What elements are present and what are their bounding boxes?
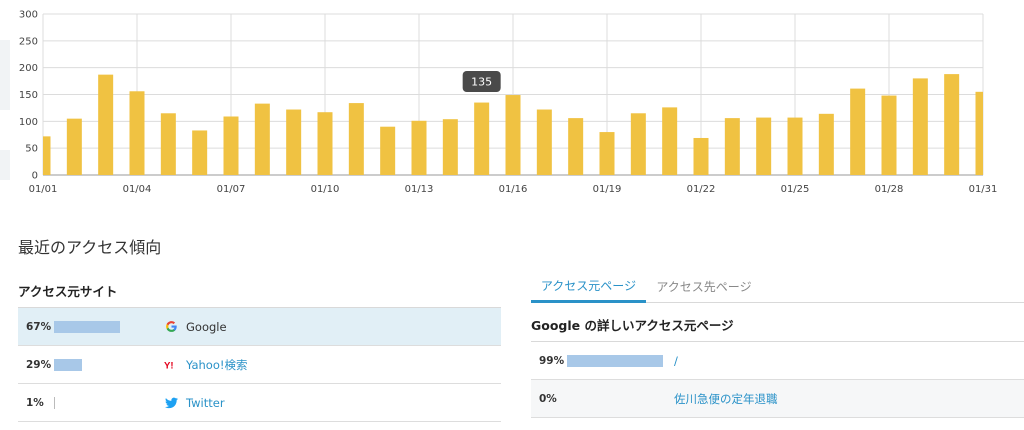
bar-01/23[interactable] bbox=[724, 118, 740, 175]
site-name-label: Twitter bbox=[186, 395, 225, 410]
page-row[interactable]: 0% 佐川急便の定年退職 bbox=[531, 380, 1024, 418]
x-tick-label: 01/19 bbox=[593, 184, 622, 195]
page-share-bar bbox=[567, 354, 663, 367]
x-tick-label: 01/01 bbox=[29, 184, 58, 195]
y-tick-label: 300 bbox=[19, 10, 38, 21]
bar-01/14[interactable] bbox=[442, 119, 458, 175]
page-link[interactable]: 佐川急便の定年退職 bbox=[674, 391, 778, 407]
site-share-bar bbox=[54, 396, 55, 409]
yahoo-icon: Y! bbox=[164, 358, 178, 372]
bar-01/12[interactable] bbox=[380, 126, 396, 175]
site-share-percent: 1% bbox=[26, 396, 44, 409]
y-tick-label: 0 bbox=[32, 171, 38, 182]
site-name[interactable]: Y! Yahoo!検索 bbox=[164, 357, 247, 373]
twitter-icon bbox=[164, 396, 178, 410]
x-tick-label: 01/25 bbox=[781, 184, 810, 195]
x-tick-label: 01/31 bbox=[969, 184, 998, 195]
y-tick-label: 50 bbox=[25, 144, 38, 155]
y-tick-label: 100 bbox=[19, 117, 38, 128]
y-tick-label: 200 bbox=[19, 63, 38, 74]
site-name[interactable]: Twitter bbox=[164, 396, 225, 410]
referrer-page-detail-title: Google の詳しいアクセス元ページ bbox=[531, 318, 734, 333]
bar-01/21[interactable] bbox=[662, 107, 678, 175]
referrer-page-list: 99% / 0% 佐川急便の定年退職 bbox=[531, 341, 1024, 418]
page-share-percent: 99% bbox=[539, 354, 565, 367]
bar-01/07[interactable] bbox=[223, 116, 239, 175]
site-name-label: Google bbox=[186, 319, 227, 334]
bar-01/06[interactable] bbox=[192, 130, 208, 175]
site-share-percent: 67% bbox=[26, 320, 52, 333]
bar-01/01[interactable] bbox=[43, 136, 51, 175]
page-row[interactable]: 99% / bbox=[531, 342, 1024, 380]
google-icon bbox=[164, 320, 178, 334]
bar-01/29[interactable] bbox=[912, 78, 928, 175]
svg-text:Y!: Y! bbox=[164, 360, 174, 371]
page-link[interactable]: / bbox=[674, 354, 678, 368]
tab-referrer-pages[interactable]: アクセス元ページ bbox=[531, 270, 646, 303]
bar-01/08[interactable] bbox=[254, 103, 270, 175]
bar-01/16[interactable] bbox=[505, 95, 521, 175]
bar-01/22[interactable] bbox=[693, 137, 709, 175]
site-name[interactable]: Google bbox=[164, 320, 227, 334]
recent-trend-title: 最近のアクセス傾向 bbox=[18, 238, 162, 257]
bar-01/05[interactable] bbox=[160, 113, 176, 175]
bar-01/19[interactable] bbox=[599, 132, 615, 175]
site-name-label: Yahoo!検索 bbox=[186, 357, 248, 372]
tooltip-value: 135 bbox=[471, 76, 492, 89]
bar-01/17[interactable] bbox=[536, 109, 552, 175]
x-tick-label: 01/22 bbox=[687, 184, 716, 195]
x-tick-label: 01/04 bbox=[123, 184, 152, 195]
bar-01/24[interactable] bbox=[756, 117, 772, 175]
bar-01/04[interactable] bbox=[129, 91, 145, 175]
x-tick-label: 01/13 bbox=[405, 184, 434, 195]
bar-01/30[interactable] bbox=[944, 74, 960, 175]
site-share-percent: 29% bbox=[26, 358, 52, 371]
bar-01/31[interactable] bbox=[975, 91, 984, 175]
bar-01/25[interactable] bbox=[787, 117, 803, 175]
bar-01/09[interactable] bbox=[286, 109, 302, 175]
site-row-yahoo[interactable]: 29% Y! Yahoo!検索 bbox=[18, 346, 501, 384]
y-tick-label: 150 bbox=[19, 90, 38, 101]
site-row-twitter[interactable]: 1% Twitter bbox=[18, 384, 501, 422]
bar-01/11[interactable] bbox=[348, 103, 364, 175]
x-tick-label: 01/28 bbox=[875, 184, 904, 195]
bar-01/15[interactable] bbox=[474, 102, 490, 175]
page-tabs: アクセス元ページ アクセス先ページ bbox=[531, 270, 1024, 303]
referrer-site-list: 67% Google 29% Y! Yahoo!検索 1% Twitter bbox=[18, 307, 501, 422]
site-share-bar bbox=[54, 358, 82, 371]
bar-01/03[interactable] bbox=[98, 74, 114, 175]
tab-landing-pages[interactable]: アクセス先ページ bbox=[649, 270, 759, 303]
daily-access-bar-chart[interactable]: 0 50 100 150 200 250 300 01/01 01/04 01/07 01/10 01… bbox=[0, 0, 1024, 205]
x-tick-label: 01/10 bbox=[311, 184, 340, 195]
bar-01/18[interactable] bbox=[568, 118, 584, 175]
bar-01/20[interactable] bbox=[630, 113, 646, 175]
bar-01/02[interactable] bbox=[66, 118, 82, 175]
site-share-bar bbox=[54, 320, 120, 333]
x-tick-label: 01/16 bbox=[499, 184, 528, 195]
bar-01/26[interactable] bbox=[818, 113, 834, 175]
bar-01/27[interactable] bbox=[850, 88, 866, 175]
y-tick-label: 250 bbox=[19, 36, 38, 47]
page-share-percent: 0% bbox=[539, 392, 557, 405]
referrer-sites-title: アクセス元サイト bbox=[18, 284, 118, 299]
bar-01/10[interactable] bbox=[317, 112, 333, 175]
bar-01/28[interactable] bbox=[881, 95, 897, 175]
site-row-google[interactable]: 67% Google bbox=[18, 308, 501, 346]
x-tick-label: 01/07 bbox=[217, 184, 246, 195]
bar-01/13[interactable] bbox=[411, 120, 427, 175]
